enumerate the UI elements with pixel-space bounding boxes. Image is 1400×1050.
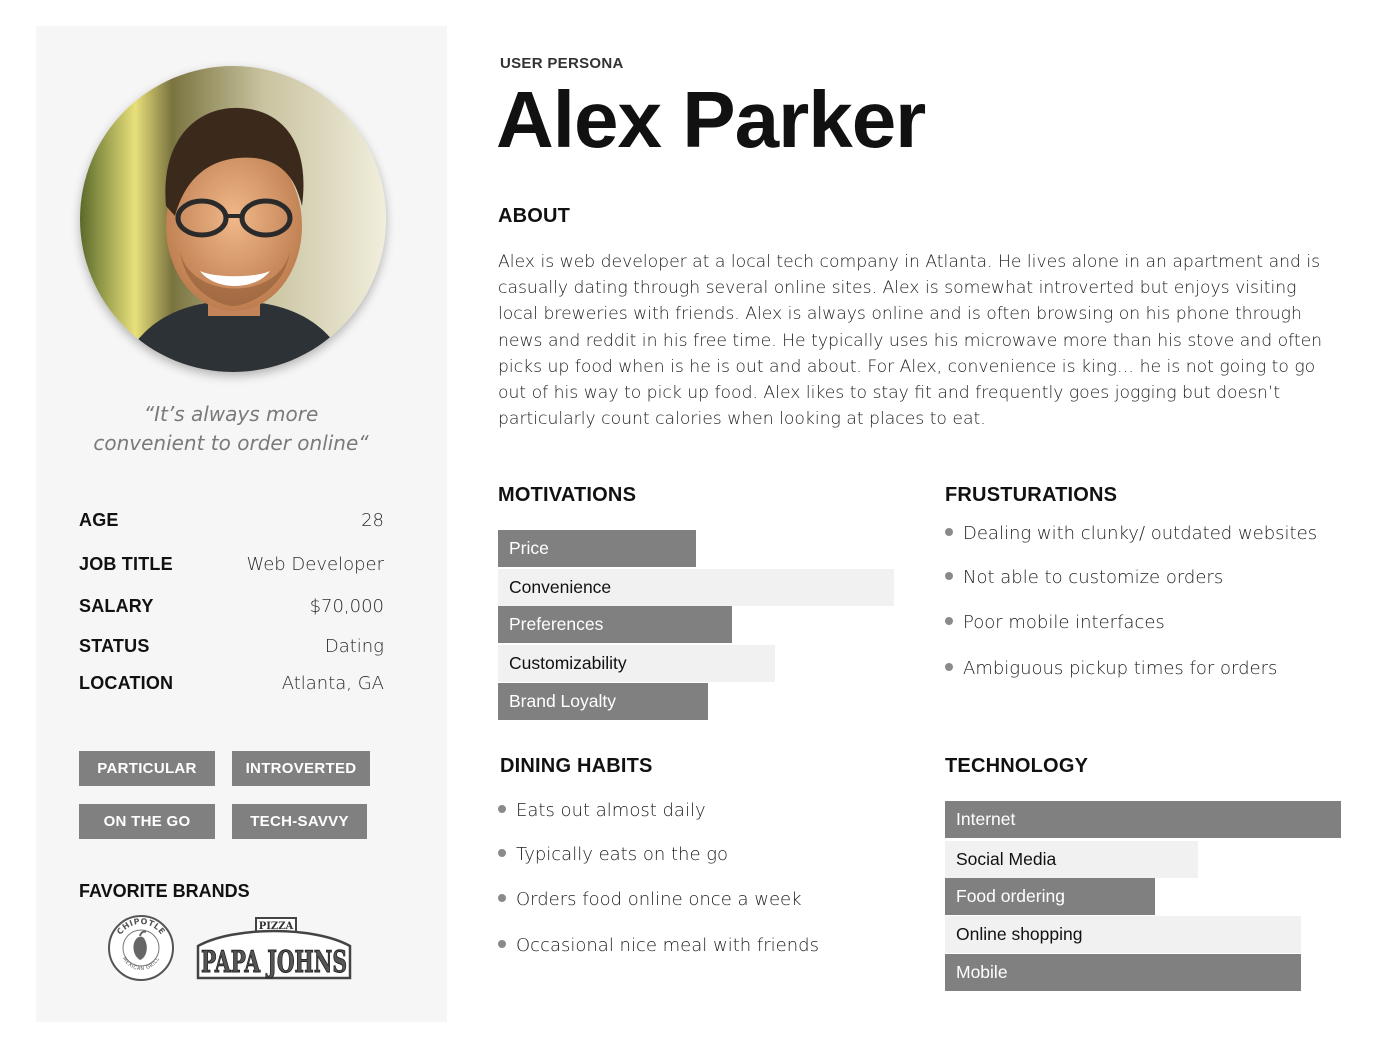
avatar [80,66,386,372]
technology-bar: Food ordering [945,878,1155,915]
dining-habits-title: DINING HABITS [500,755,653,777]
list-item: Not able to customize orders [945,567,1223,588]
stat-job-title: JOB TITLE Web Developer [79,553,384,575]
list-item: Eats out almost daily [498,800,706,821]
dining-habit-text: Eats out almost daily [516,800,706,821]
stat-label: AGE [79,509,119,530]
stat-label: SALARY [79,595,154,616]
bullet-dot-icon [945,617,953,625]
stat-label: LOCATION [79,672,174,693]
list-item: Dealing with clunky/ outdated websites [945,523,1317,544]
frustration-text: Dealing with clunky/ outdated websites [963,523,1318,544]
technology-bar: Social Media [945,841,1198,878]
stat-value: Web Developer [246,553,384,575]
papa-johns-logo: PIZZA PAPA JOHNS [196,917,352,981]
trait-badge: TECH-SAVVY [232,804,367,839]
bullet-dot-icon [498,805,506,813]
dining-habit-text: Occasional nice meal with friends [516,935,819,956]
stat-value: 28 [361,509,384,531]
stat-label: STATUS [79,635,150,656]
persona-name: Alex Parker [496,75,926,164]
stat-location: LOCATION Atlanta, GA [79,672,384,694]
about-text: Alex is web developer at a local tech co… [498,249,1348,432]
technology-title: TECHNOLOGY [945,755,1089,777]
dining-habit-text: Orders food online once a week [516,889,802,910]
persona-quote: “It’s always more convenient to order on… [36,400,426,458]
motivation-bar: Customizability [498,645,775,682]
list-item: Orders food online once a week [498,889,802,910]
bullet-dot-icon [945,663,953,671]
bullet-dot-icon [498,894,506,902]
stat-label: JOB TITLE [79,553,173,574]
persona-sidebar: “It’s always more convenient to order on… [36,26,447,1022]
bullet-dot-icon [498,940,506,948]
stat-value: $70,000 [309,595,384,617]
bullet-dot-icon [498,849,506,857]
about-line: particularly count calories when looking… [498,409,986,430]
stat-age: AGE 28 [79,509,384,531]
technology-bar: Internet [945,801,1341,838]
dining-habit-text: Typically eats on the go [516,844,729,865]
bullet-dot-icon [945,572,953,580]
stat-salary: SALARY $70,000 [79,595,384,617]
frustration-text: Poor mobile interfaces [963,612,1165,633]
motivation-bar: Convenience [498,569,894,606]
chipotle-logo: CHIPOTLE MEXICAN GRILL [108,915,174,981]
list-item: Poor mobile interfaces [945,612,1165,633]
quote-line-2: convenient to order online“ [93,431,369,455]
stat-status: STATUS Dating [79,635,384,657]
about-line: local breweries with friends. Alex is al… [498,304,1302,325]
bullet-dot-icon [945,528,953,536]
about-line: out of his way to pick up food. Alex lik… [498,383,1281,404]
list-item: Occasional nice meal with friends [498,935,819,956]
stat-value: Atlanta, GA [281,672,384,694]
papa-johns-main-text: PAPA JOHNS [201,945,347,980]
about-line: news and reddit in his free time. He typ… [498,330,1323,351]
about-line: casually dating through several online s… [498,278,1297,299]
motivation-bar: Price [498,530,696,567]
favorite-brands-title: FAVORITE BRANDS [79,881,250,901]
about-line: Alex is web developer at a local tech co… [498,252,1321,272]
about-line: picks up food when is he is out and abou… [498,356,1316,377]
trait-badge: INTROVERTED [232,751,370,786]
about-title: ABOUT [498,205,571,227]
motivation-bar: Preferences [498,606,732,643]
technology-bar: Mobile [945,954,1301,991]
trait-badge: PARTICULAR [79,751,215,786]
persona-eyebrow: USER PERSONA [500,55,624,72]
frustrations-title: FRUSTURATIONS [945,484,1118,506]
quote-line-1: “It’s always more [143,402,319,426]
stat-value: Dating [324,635,384,657]
frustration-text: Not able to customize orders [963,567,1224,588]
motivation-bar: Brand Loyalty [498,683,708,720]
technology-bar: Online shopping [945,916,1301,953]
list-item: Typically eats on the go [498,844,728,865]
list-item: Ambiguous pickup times for orders [945,658,1277,679]
trait-badge: ON THE GO [79,804,215,839]
motivations-title: MOTIVATIONS [498,484,637,506]
frustration-text: Ambiguous pickup times for orders [963,658,1278,679]
avatar-portrait-image [80,66,386,372]
